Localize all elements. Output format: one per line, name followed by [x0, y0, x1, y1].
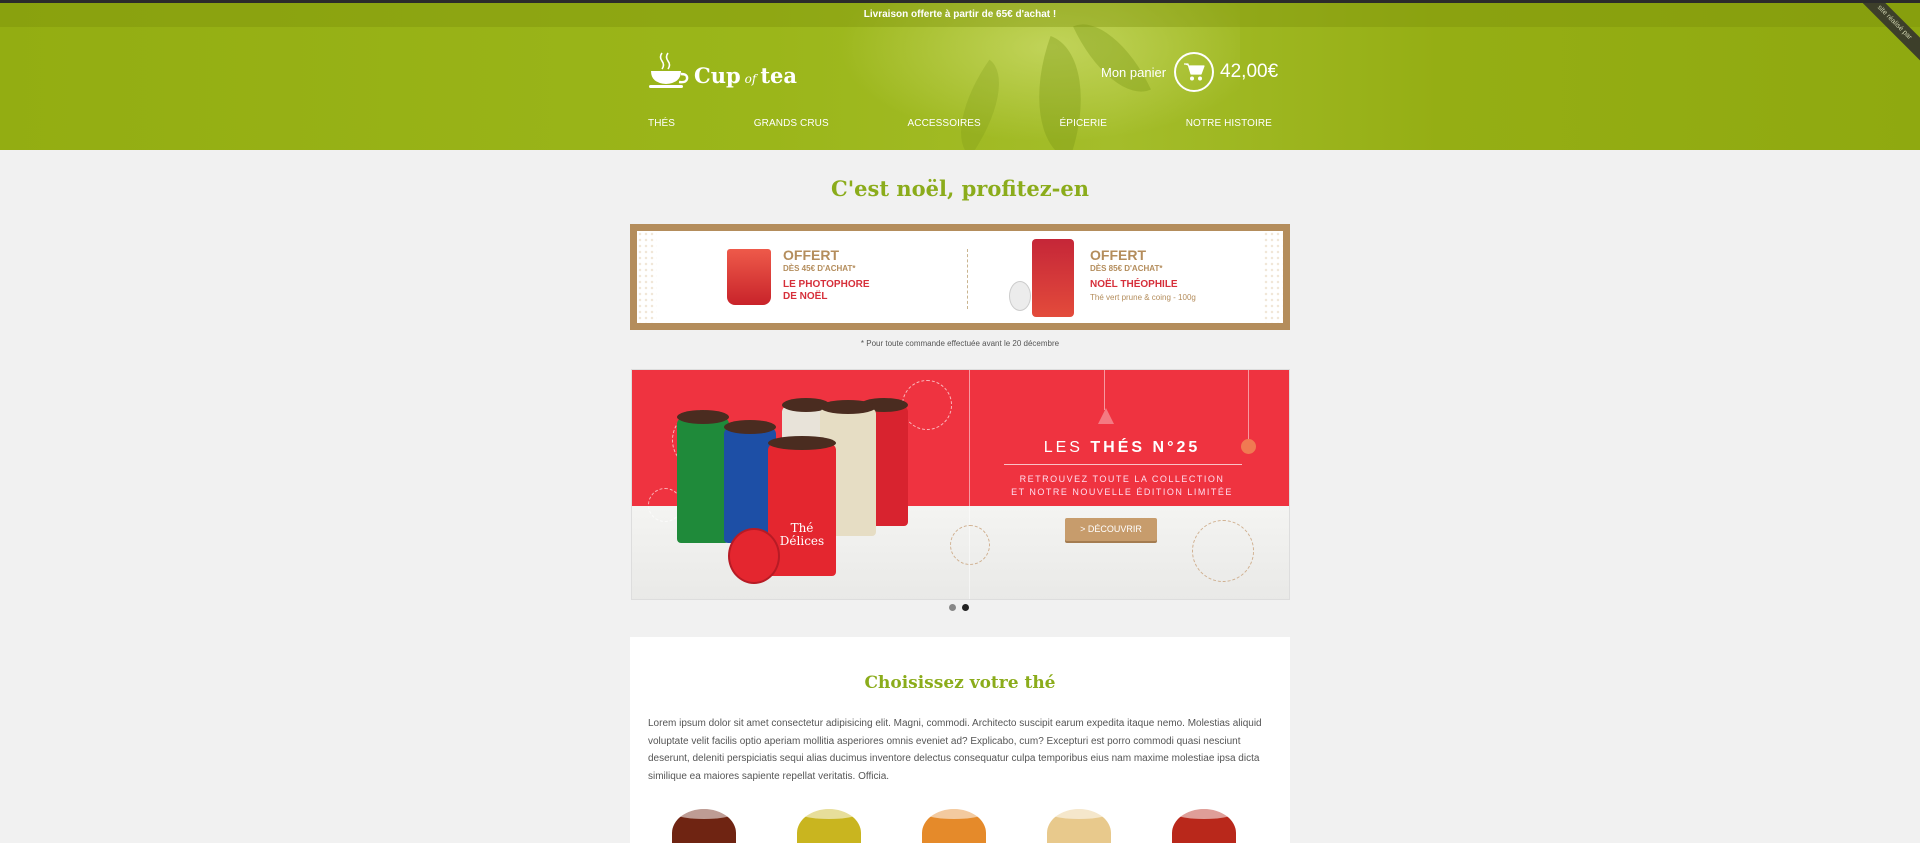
tea-cup-dark[interactable] — [672, 809, 736, 843]
tea-cup-red[interactable] — [1172, 809, 1236, 843]
free-shipping-banner: Livraison offerte à partir de 65€ d'acha… — [0, 3, 1920, 27]
christmas-offer-banner[interactable]: OFFERT DÈS 45€ D'ACHAT* LE PHOTOPHORE DE… — [630, 224, 1290, 330]
ornament-decoration — [950, 525, 990, 565]
slide-subtitle-line: ET NOTRE NOUVELLE ÉDITION LIMITÉE — [1011, 487, 1233, 497]
offer-product-detail: Thé vert prune & coing - 100g — [1090, 293, 1196, 302]
slide-title-prefix: LES — [1043, 439, 1083, 456]
offer-banner-inner: OFFERT DÈS 45€ D'ACHAT* LE PHOTOPHORE DE… — [637, 231, 1283, 323]
tea-tin-image — [1032, 239, 1074, 317]
slide-title-underline — [1004, 464, 1242, 465]
photophore-image — [727, 249, 771, 305]
free-shipping-text: Livraison offerte à partir de 65€ d'acha… — [863, 9, 1057, 20]
cart-total: 42,00€ — [1220, 61, 1279, 82]
offer-product: NOËL THÉOPHILE — [1090, 279, 1178, 290]
offer-divider — [967, 249, 968, 309]
cart-widget[interactable]: Mon panier 42,00€ — [1101, 52, 1278, 92]
carousel-pagination — [949, 604, 969, 611]
tin-label: Thé Délices — [779, 521, 825, 548]
tin-leaves — [677, 410, 729, 424]
site-logo-text: Cup of tea — [694, 63, 797, 88]
discover-button[interactable]: > DÉCOUVRIR — [1065, 518, 1157, 541]
tree-ornament — [1098, 408, 1114, 424]
offer-threshold: DÈS 45€ D'ACHAT* — [783, 264, 856, 273]
cart-label: Mon panier — [1101, 64, 1167, 80]
dot-pattern-decoration — [637, 231, 657, 323]
offer-threshold: DÈS 85€ D'ACHAT* — [1090, 264, 1163, 273]
shopping-cart-icon — [1174, 52, 1215, 92]
dot-pattern-decoration — [1263, 231, 1283, 323]
tea-cup-orange[interactable] — [922, 809, 986, 843]
ornament-decoration — [902, 380, 952, 430]
tin-lid-image — [1009, 281, 1031, 311]
tin-leaves — [768, 436, 836, 450]
site-logo[interactable]: Cup of tea — [648, 51, 797, 89]
brand-tea: tea — [760, 62, 798, 88]
offer-product-line: DE NOËL — [783, 291, 828, 302]
tea-tin-green — [677, 410, 729, 543]
tin-leaves — [820, 400, 876, 414]
nav-item-notre-histoire[interactable]: Notre histoire — [1186, 118, 1272, 129]
tin-lid — [728, 528, 780, 584]
offer-photophore: OFFERT DÈS 45€ D'ACHAT* LE PHOTOPHORE DE… — [783, 247, 883, 303]
section-title: Choisissez votre thé — [864, 673, 1056, 693]
slide-divider-line — [969, 370, 970, 599]
carousel-dot-1[interactable] — [949, 604, 956, 611]
page-title: C'est noël, profitez-en — [831, 176, 1089, 201]
offer-title: OFFERT — [783, 247, 839, 263]
ornament-string — [1248, 370, 1249, 440]
main-navigation: Thés Grands crus Accessoires Épicerie No… — [648, 118, 1272, 129]
offer-title: OFFERT — [1090, 247, 1146, 263]
nav-item-grands-crus[interactable]: Grands crus — [754, 118, 829, 129]
slide-subtitle-line: RETROUVEZ TOUTE LA COLLECTION — [1019, 474, 1225, 484]
offer-footnote: * Pour toute commande effectuée avant le… — [860, 339, 1060, 348]
brand-cup: Cup — [694, 62, 741, 88]
tea-cup-light[interactable] — [1047, 809, 1111, 843]
choose-tea-section: Choisissez votre thé Lorem ipsum dolor s… — [630, 637, 1290, 843]
nav-item-thes[interactable]: Thés — [648, 118, 675, 129]
hero-carousel[interactable]: Thé Délices LES THÉS N°25 RETROUVEZ TOUT… — [631, 369, 1290, 600]
site-header: Livraison offerte à partir de 65€ d'acha… — [0, 3, 1920, 150]
tea-cup-logo-icon — [648, 51, 690, 89]
tea-cup-yellow[interactable] — [797, 809, 861, 843]
slide-title-bold: THÉS N°25 — [1090, 439, 1201, 456]
brand-of: of — [744, 71, 757, 86]
slide-title: LES THÉS N°25 — [992, 439, 1252, 457]
offer-noel-theophile: OFFERT DÈS 85€ D'ACHAT* NOËL THÉOPHILE T… — [1090, 247, 1250, 302]
nav-item-epicerie[interactable]: Épicerie — [1060, 118, 1107, 129]
ornament-string — [1104, 370, 1105, 410]
offer-product: LE PHOTOPHORE DE NOËL — [783, 279, 883, 303]
nav-item-accessoires[interactable]: Accessoires — [907, 118, 980, 129]
tin-leaves — [724, 420, 776, 434]
slide-subtitle: RETROUVEZ TOUTE LA COLLECTION ET NOTRE N… — [987, 473, 1257, 499]
offer-product-line: LE PHOTOPHORE — [783, 279, 870, 290]
ornament-decoration — [1192, 520, 1254, 582]
section-body: Lorem ipsum dolor sit amet consectetur a… — [648, 718, 1262, 782]
carousel-dot-2[interactable] — [962, 604, 969, 611]
